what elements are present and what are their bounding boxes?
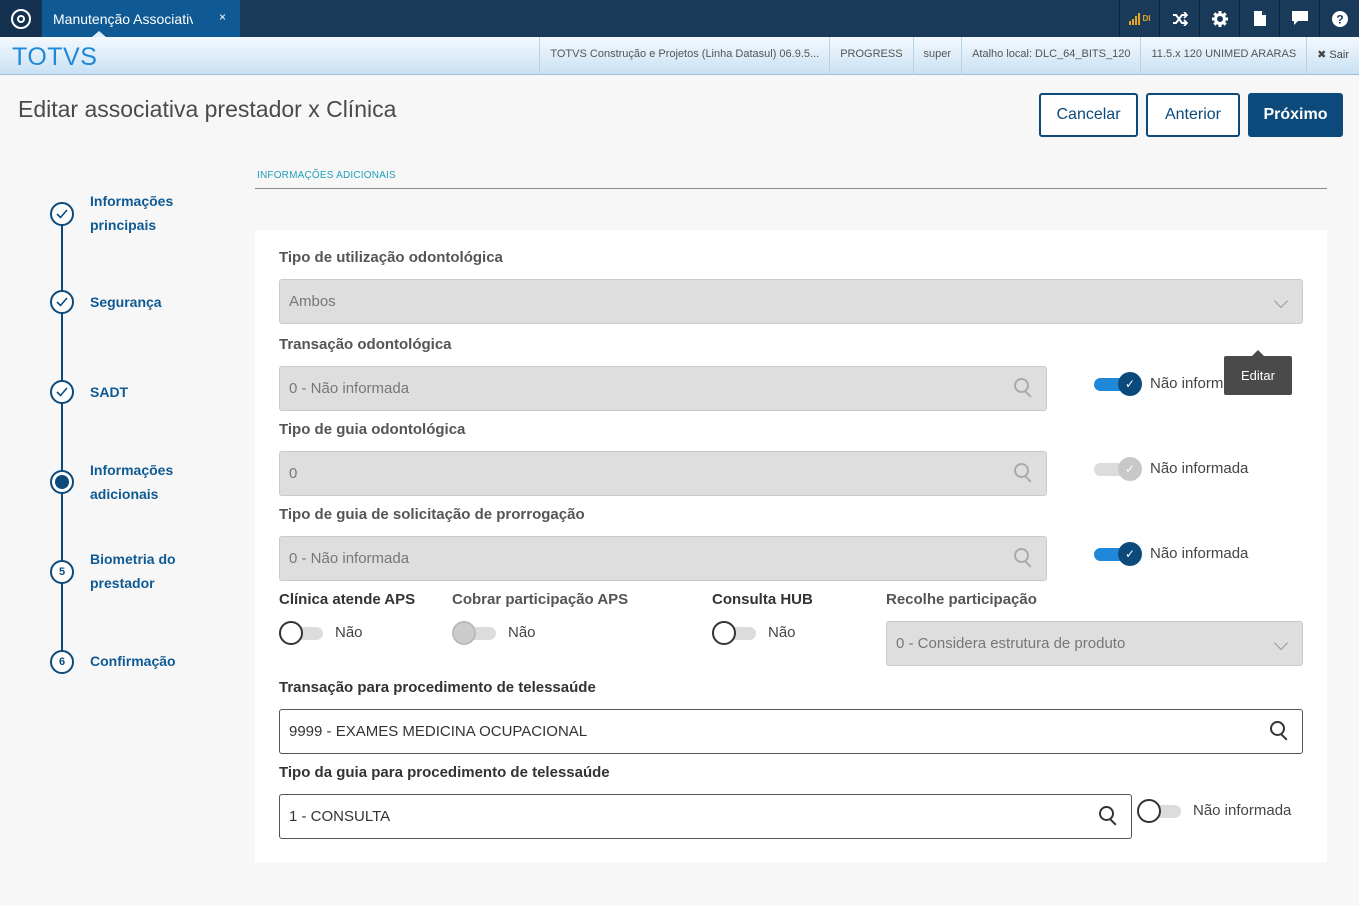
tipo-guia-telessaude-toggle-label: Não informada <box>1193 802 1292 819</box>
step-1-check-icon[interactable] <box>50 202 74 226</box>
previous-button[interactable]: Anterior <box>1146 93 1240 137</box>
section-divider <box>255 188 1327 189</box>
help-icon[interactable]: ? <box>1319 0 1359 37</box>
tipo-guia-telessaude-field[interactable]: 1 - CONSULTA <box>279 794 1132 839</box>
signal-status-icon[interactable]: DI <box>1119 0 1159 37</box>
tipo-guia-telessaude-toggle[interactable] <box>1137 799 1185 823</box>
transacao-telessaude-field[interactable]: 9999 - EXAMES MEDICINA OCUPACIONAL <box>279 709 1303 754</box>
clinica-aps-value: Não <box>335 624 363 641</box>
step-4-label[interactable]: Informações adicionais <box>90 458 173 506</box>
cobrar-aps-value: Não <box>508 624 536 641</box>
step-3-check-icon[interactable] <box>50 380 74 404</box>
tab-manutencao-associativa[interactable]: Manutenção Associativ × <box>42 0 240 37</box>
tipo-utilizacao-label: Tipo de utilização odontológica <box>279 249 503 266</box>
tipo-guia-odonto-toggle[interactable]: ✓ <box>1094 457 1142 481</box>
chevron-down-icon <box>1273 635 1289 651</box>
brand-title: TOTVS <box>12 43 98 71</box>
transacao-odonto-field[interactable]: 0 - Não informada <box>279 366 1047 411</box>
next-button[interactable]: Próximo <box>1248 93 1343 137</box>
shortcut-info: Atalho local: DLC_64_BITS_120 <box>961 37 1140 75</box>
transacao-odonto-toggle-label: Não informada <box>1150 375 1224 392</box>
clinica-aps-toggle[interactable] <box>279 621 327 645</box>
check-icon: ✓ <box>1118 372 1142 396</box>
transacao-telessaude-label: Transação para procedimento de telessaúd… <box>279 679 596 696</box>
user-info: super <box>912 37 962 75</box>
document-icon[interactable] <box>1239 0 1279 37</box>
clinica-aps-label: Clínica atende APS <box>279 591 416 608</box>
step-6-number[interactable]: 6 <box>50 650 74 674</box>
step-4-current-icon[interactable] <box>50 470 74 494</box>
stepper-line <box>61 214 63 662</box>
shuffle-icon[interactable] <box>1159 0 1199 37</box>
check-icon: ✓ <box>1118 457 1142 481</box>
menu-logo-button[interactable] <box>0 0 41 37</box>
page-title: Editar associativa prestador x Clínica <box>18 96 397 122</box>
search-icon[interactable] <box>1014 378 1034 398</box>
chevron-down-icon <box>1273 293 1289 309</box>
recolhe-participacao-select[interactable]: 0 - Considera estrutura de produto <box>886 621 1303 666</box>
tipo-guia-telessaude-label: Tipo da guia para procedimento de teless… <box>279 764 610 781</box>
step-1-label[interactable]: Informações principais <box>90 189 173 237</box>
tab-close-icon[interactable]: × <box>219 10 226 24</box>
step-2-label[interactable]: Segurança <box>90 290 162 314</box>
database-info: PROGRESS <box>829 37 912 75</box>
transacao-odonto-toggle[interactable]: ✓ <box>1094 372 1142 396</box>
consulta-hub-toggle[interactable] <box>712 621 760 645</box>
step-6-label[interactable]: Confirmação <box>90 649 176 673</box>
tipo-guia-odonto-label: Tipo de guia odontológica <box>279 421 466 438</box>
product-info: TOTVS Construção e Projetos (Linha Datas… <box>539 37 829 75</box>
totvs-logo-icon <box>10 8 31 29</box>
gear-icon[interactable] <box>1199 0 1239 37</box>
logout-button[interactable]: ✖ Sair <box>1306 37 1359 75</box>
section-title: INFORMAÇÕES ADICIONAIS <box>257 170 396 181</box>
svg-text:?: ? <box>1336 12 1343 26</box>
search-icon[interactable] <box>1014 548 1034 568</box>
step-2-check-icon[interactable] <box>50 290 74 314</box>
tipo-guia-prorrogacao-toggle-label: Não informada <box>1150 545 1249 562</box>
consulta-hub-value: Não <box>768 624 796 641</box>
signal-label: DI <box>1142 14 1151 23</box>
cancel-button[interactable]: Cancelar <box>1039 93 1138 137</box>
step-5-label[interactable]: Biometria do prestador <box>90 547 176 595</box>
step-3-label[interactable]: SADT <box>90 380 128 404</box>
tipo-guia-odonto-toggle-label: Não informada <box>1150 460 1249 477</box>
tipo-utilizacao-select[interactable]: Ambos <box>279 279 1303 324</box>
tipo-guia-prorrogacao-toggle[interactable]: ✓ <box>1094 542 1142 566</box>
tipo-guia-odonto-field[interactable]: 0 <box>279 451 1047 496</box>
cobrar-aps-label: Cobrar participação APS <box>452 591 629 608</box>
tipo-guia-prorrogacao-label: Tipo de guia de solicitação de prorrogaç… <box>279 506 585 523</box>
tipo-guia-prorrogacao-field[interactable]: 0 - Não informada <box>279 536 1047 581</box>
transacao-odonto-label: Transação odontológica <box>279 336 452 353</box>
version-company-info: 11.5.x 120 UNIMED ARARAS <box>1140 37 1306 75</box>
check-icon: ✓ <box>1118 542 1142 566</box>
top-bar: Manutenção Associativ × DI ? <box>0 0 1359 37</box>
search-icon[interactable] <box>1270 721 1290 741</box>
edit-tooltip: Editar <box>1224 350 1292 395</box>
chat-icon[interactable] <box>1279 0 1319 37</box>
search-icon[interactable] <box>1014 463 1034 483</box>
consulta-hub-label: Consulta HUB <box>712 591 813 608</box>
step-5-number[interactable]: 5 <box>50 560 74 584</box>
recolhe-participacao-label: Recolhe participação <box>886 591 1037 608</box>
tab-label: Manutenção Associativ <box>53 10 193 27</box>
search-icon[interactable] <box>1099 806 1119 826</box>
cobrar-aps-toggle[interactable] <box>452 621 500 645</box>
header-band: TOTVS TOTVS Construção e Projetos (Linha… <box>0 37 1359 75</box>
